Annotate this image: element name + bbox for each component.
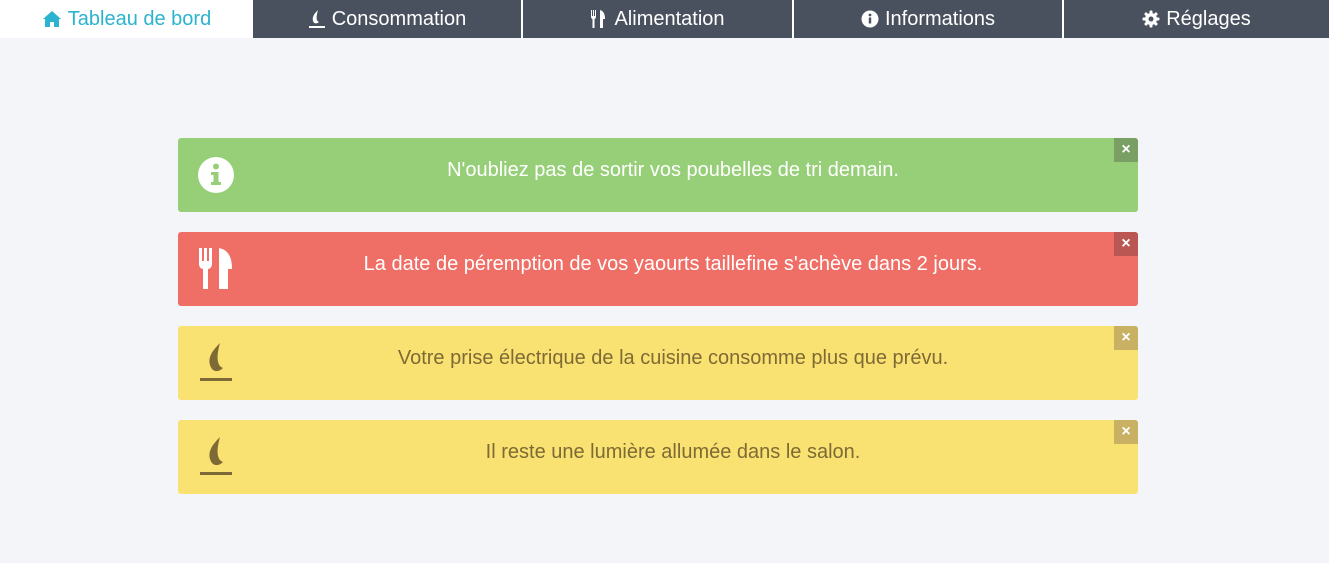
alert-message: Il reste une lumière allumée dans le sal…: [485, 441, 861, 463]
tab-label: Alimentation: [614, 7, 725, 30]
flame-icon: [308, 9, 326, 29]
alert-info: N'oubliez pas de sortir vos poubelles de…: [178, 138, 1138, 212]
tab-label: Consommation: [331, 7, 467, 30]
tab-dashboard[interactable]: Tableau de bord: [0, 0, 253, 38]
alert-energy: Il reste une lumière allumée dans le sal…: [178, 420, 1138, 494]
close-button[interactable]: ×: [1114, 326, 1138, 350]
alert-message: N'oubliez pas de sortir vos poubelles de…: [447, 159, 899, 181]
tab-label: Réglages: [1166, 7, 1251, 30]
alert-food: La date de péremption de vos yaourts tai…: [178, 232, 1138, 306]
utensils-icon: [590, 9, 608, 29]
close-button[interactable]: ×: [1114, 138, 1138, 162]
close-button[interactable]: ×: [1114, 420, 1138, 444]
info-circle-icon: [196, 138, 236, 212]
tab-food[interactable]: Alimentation: [523, 0, 794, 38]
flame-icon: [196, 326, 236, 400]
tab-label: Informations: [884, 7, 996, 30]
utensils-icon: [196, 232, 236, 306]
tab-settings[interactable]: Réglages: [1064, 0, 1329, 38]
tab-label: Tableau de bord: [67, 7, 212, 30]
alert-message: Votre prise électrique de la cuisine con…: [397, 347, 949, 369]
alert-message: La date de péremption de vos yaourts tai…: [363, 253, 983, 275]
info-icon: [861, 10, 879, 28]
home-icon: [42, 10, 62, 28]
tab-consumption[interactable]: Consommation: [253, 0, 523, 38]
gear-icon: [1142, 10, 1160, 28]
alert-energy: Votre prise électrique de la cuisine con…: [178, 326, 1138, 400]
tab-information[interactable]: Informations: [794, 0, 1064, 38]
flame-icon: [196, 420, 236, 494]
top-navbar: Tableau de bord Consommation Alimentatio…: [0, 0, 1329, 38]
close-button[interactable]: ×: [1114, 232, 1138, 256]
